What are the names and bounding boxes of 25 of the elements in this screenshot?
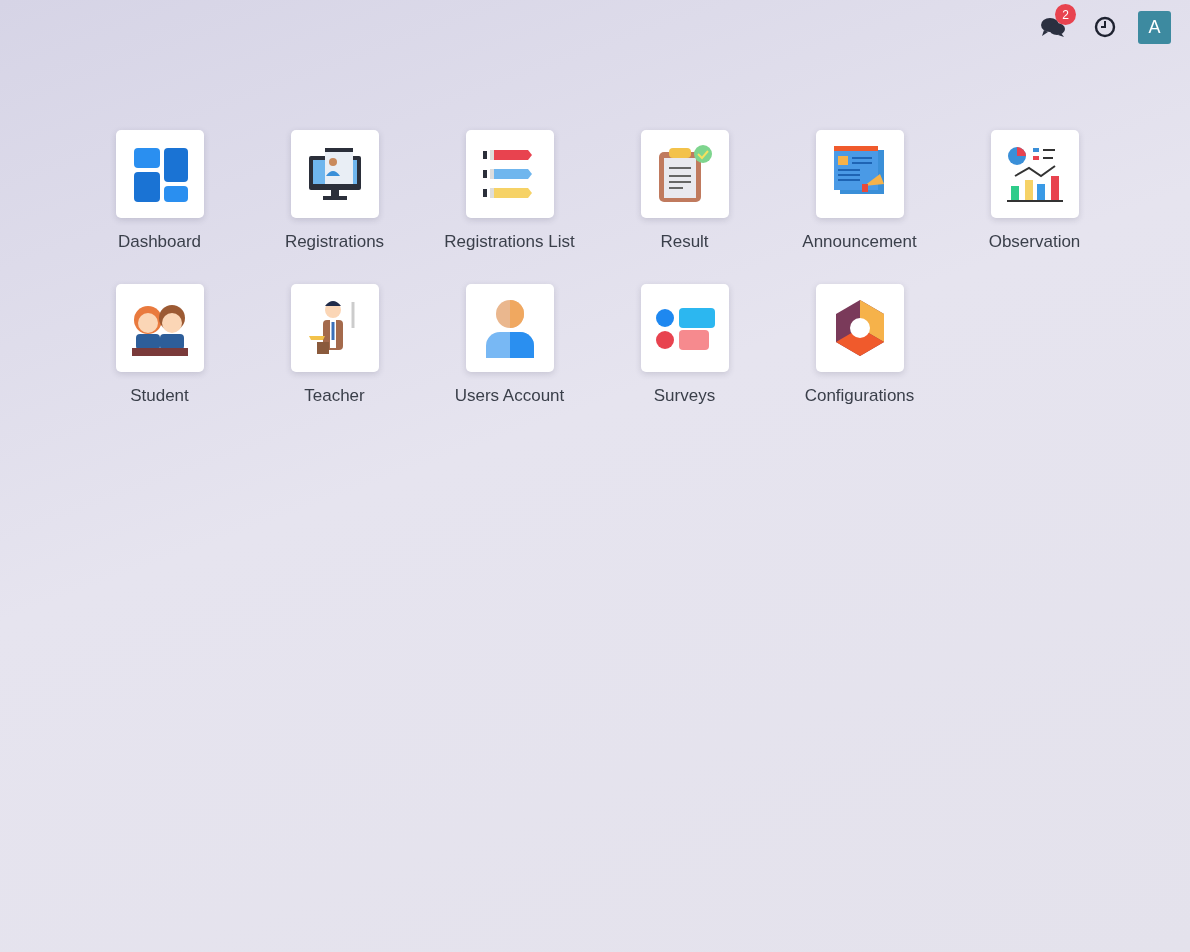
app-tile[interactable] xyxy=(815,130,904,218)
notification-badge: 2 xyxy=(1055,4,1076,25)
app-label[interactable]: Configurations xyxy=(804,386,915,406)
app-tile[interactable] xyxy=(465,284,554,372)
app-label[interactable]: Users Account xyxy=(454,386,565,406)
app-tile[interactable] xyxy=(290,130,379,218)
user-avatar[interactable]: A xyxy=(1138,10,1171,44)
app-tile[interactable] xyxy=(115,284,204,372)
app-tile[interactable] xyxy=(640,130,729,218)
app-label[interactable]: Teacher xyxy=(304,386,365,406)
app-label[interactable]: Announcement xyxy=(802,232,917,252)
app-label[interactable]: Dashboard xyxy=(117,232,202,252)
app-tile[interactable] xyxy=(815,284,904,372)
clock-icon[interactable] xyxy=(1094,16,1116,38)
app-label[interactable]: Student xyxy=(130,386,189,406)
app-label[interactable]: Registrations List xyxy=(444,232,575,252)
app-tile[interactable] xyxy=(290,284,379,372)
app-tile[interactable] xyxy=(990,130,1079,218)
app-label[interactable]: Registrations xyxy=(284,232,385,252)
app-label[interactable]: Surveys xyxy=(653,386,716,406)
app-tile[interactable] xyxy=(465,130,554,218)
app-tile[interactable] xyxy=(115,130,204,218)
app-label[interactable]: Result xyxy=(660,232,709,252)
app-label[interactable]: Observation xyxy=(988,232,1081,252)
app-tile[interactable] xyxy=(640,284,729,372)
